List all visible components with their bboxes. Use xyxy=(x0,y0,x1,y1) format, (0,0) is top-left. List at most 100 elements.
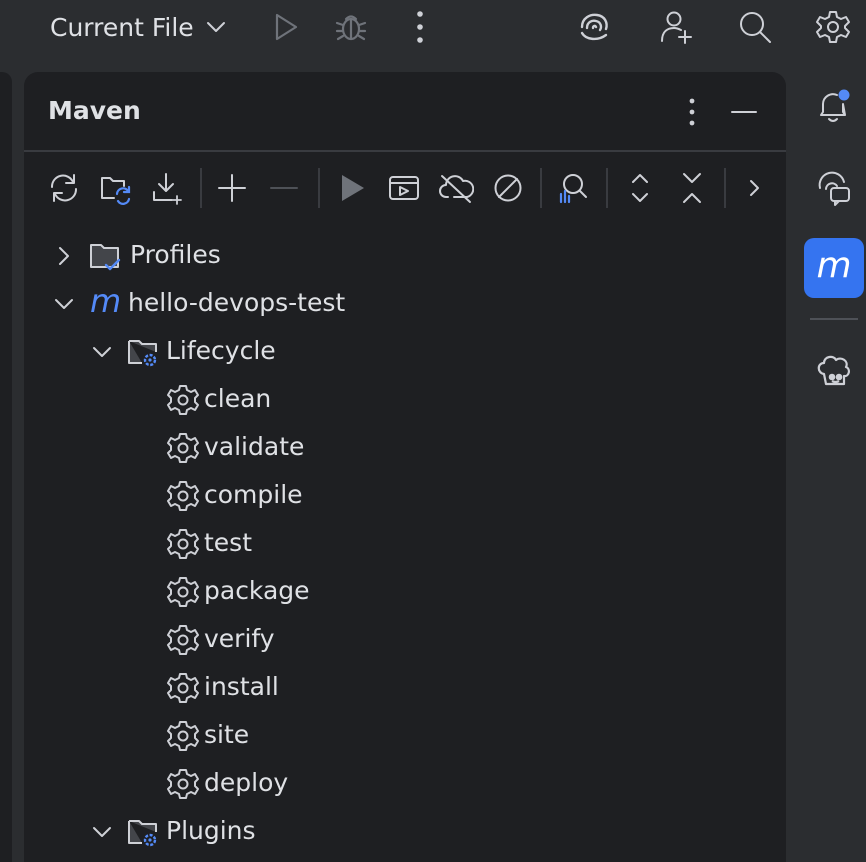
search-icon xyxy=(740,12,771,43)
run-maven-build-button[interactable] xyxy=(328,164,376,212)
phase-label: verify xyxy=(204,624,275,653)
maven-tool-button[interactable]: m xyxy=(804,238,864,298)
tree-node-plugins[interactable]: Plugins xyxy=(24,808,786,856)
tree-node-label: Plugins xyxy=(166,816,256,845)
more-button[interactable] xyxy=(400,6,440,48)
plugins-folder-icon xyxy=(128,820,157,847)
skip-tests-icon xyxy=(494,174,522,202)
maven-panel-header: Maven xyxy=(24,72,786,152)
analyze-dependencies-icon xyxy=(559,174,587,204)
reload-project-button[interactable] xyxy=(92,164,140,212)
toolbar-separator xyxy=(200,168,202,208)
debug-icon xyxy=(335,15,367,41)
chevron-down-icon[interactable] xyxy=(52,292,76,316)
run-icon xyxy=(275,13,298,41)
gear-icon xyxy=(167,625,199,655)
chevron-down-icon xyxy=(206,22,225,32)
lifecycle-phase-validate[interactable]: validate xyxy=(24,424,786,472)
analyze-dependencies-button[interactable] xyxy=(548,164,596,212)
gear-icon xyxy=(167,385,199,415)
run-icon xyxy=(342,175,364,201)
reload-all-icon xyxy=(50,174,78,202)
maven-toolbar xyxy=(24,164,786,212)
debug-button[interactable] xyxy=(330,6,372,48)
notifications-button[interactable] xyxy=(804,76,864,136)
notifications-icon xyxy=(820,89,850,122)
gear-icon xyxy=(167,481,199,511)
lifecycle-phase-clean[interactable]: clean xyxy=(24,376,786,424)
chevron-right-icon[interactable] xyxy=(52,244,76,268)
run-configuration-label: Current File xyxy=(50,12,194,42)
chevron-down-icon[interactable] xyxy=(90,820,114,844)
phase-label: install xyxy=(204,672,279,701)
search-button[interactable] xyxy=(734,6,776,48)
run-button[interactable] xyxy=(264,6,306,48)
panel-options-button[interactable] xyxy=(672,92,712,132)
gear-icon xyxy=(167,577,199,607)
maven-icon: m xyxy=(816,245,852,286)
phase-label: validate xyxy=(204,432,305,461)
reload-project-icon xyxy=(101,177,131,205)
more-vertical-icon xyxy=(689,98,695,126)
cooking-hat-tool-button[interactable] xyxy=(804,340,864,400)
gear-icon xyxy=(167,721,199,751)
lifecycle-phase-compile[interactable]: compile xyxy=(24,472,786,520)
hide-panel-button[interactable] xyxy=(724,92,764,132)
add-icon xyxy=(218,174,246,202)
gear-icon xyxy=(167,529,199,559)
settings-button[interactable] xyxy=(812,6,854,48)
right-tool-window-bar: m xyxy=(786,54,866,862)
phase-label: compile xyxy=(204,480,303,509)
add-user-icon xyxy=(661,11,692,44)
ai-chat-icon xyxy=(818,171,850,206)
toggle-skip-tests-button[interactable] xyxy=(484,164,532,212)
chevron-down-icon[interactable] xyxy=(90,340,114,364)
phase-label: package xyxy=(204,576,310,605)
lifecycle-phase-package[interactable]: package xyxy=(24,568,786,616)
execute-maven-goal-button[interactable] xyxy=(380,164,428,212)
lifecycle-phase-verify[interactable]: verify xyxy=(24,616,786,664)
collapse-all-button[interactable] xyxy=(668,164,716,212)
phase-label: test xyxy=(204,528,253,557)
tree-node-profiles[interactable]: Profiles xyxy=(24,232,786,280)
minimize-icon xyxy=(731,111,757,113)
phase-label: deploy xyxy=(204,768,289,797)
lifecycle-phase-install[interactable]: install xyxy=(24,664,786,712)
toolbar-separator xyxy=(606,168,608,208)
more-vertical-icon xyxy=(417,11,423,43)
tool-bar-divider xyxy=(810,318,858,320)
lifecycle-phase-deploy[interactable]: deploy xyxy=(24,760,786,808)
panel-title: Maven xyxy=(48,96,141,125)
run-configuration-selector[interactable]: Current File xyxy=(44,4,234,50)
tree-node-project[interactable]: m hello-devops-test xyxy=(24,280,786,328)
remove-project-button[interactable] xyxy=(260,164,308,212)
add-project-button[interactable] xyxy=(208,164,256,212)
run-config-icon xyxy=(389,176,419,200)
toggle-offline-mode-button[interactable] xyxy=(432,164,480,212)
maven-tool-window: Maven Profiles m hello-devops-test Lifec… xyxy=(24,72,786,862)
cooking-hat-icon xyxy=(817,355,850,386)
toolbar-separator xyxy=(540,168,542,208)
toolbar-overflow-button[interactable] xyxy=(730,164,778,212)
download-icon xyxy=(153,173,182,205)
ai-assistant-icon xyxy=(580,13,608,41)
remove-icon xyxy=(270,187,298,189)
add-user-button[interactable] xyxy=(654,6,698,48)
gear-icon xyxy=(167,433,199,463)
expand-all-button[interactable] xyxy=(616,164,664,212)
maven-project-icon: m xyxy=(90,282,122,320)
tree-node-lifecycle[interactable]: Lifecycle xyxy=(24,328,786,376)
gear-icon xyxy=(816,11,850,43)
lifecycle-folder-icon xyxy=(128,340,157,367)
more-arrow-icon xyxy=(750,180,759,196)
reload-all-button[interactable] xyxy=(40,164,88,212)
lifecycle-phase-test[interactable]: test xyxy=(24,520,786,568)
ai-chat-button[interactable] xyxy=(804,158,864,218)
ai-assistant-button[interactable] xyxy=(572,6,616,48)
lifecycle-phase-site[interactable]: site xyxy=(24,712,786,760)
offline-mode-icon xyxy=(439,175,474,203)
tree-node-label: hello-devops-test xyxy=(128,288,346,317)
main-toolbar: Current File xyxy=(0,0,866,54)
download-sources-button[interactable] xyxy=(144,164,192,212)
gear-icon xyxy=(167,673,199,703)
